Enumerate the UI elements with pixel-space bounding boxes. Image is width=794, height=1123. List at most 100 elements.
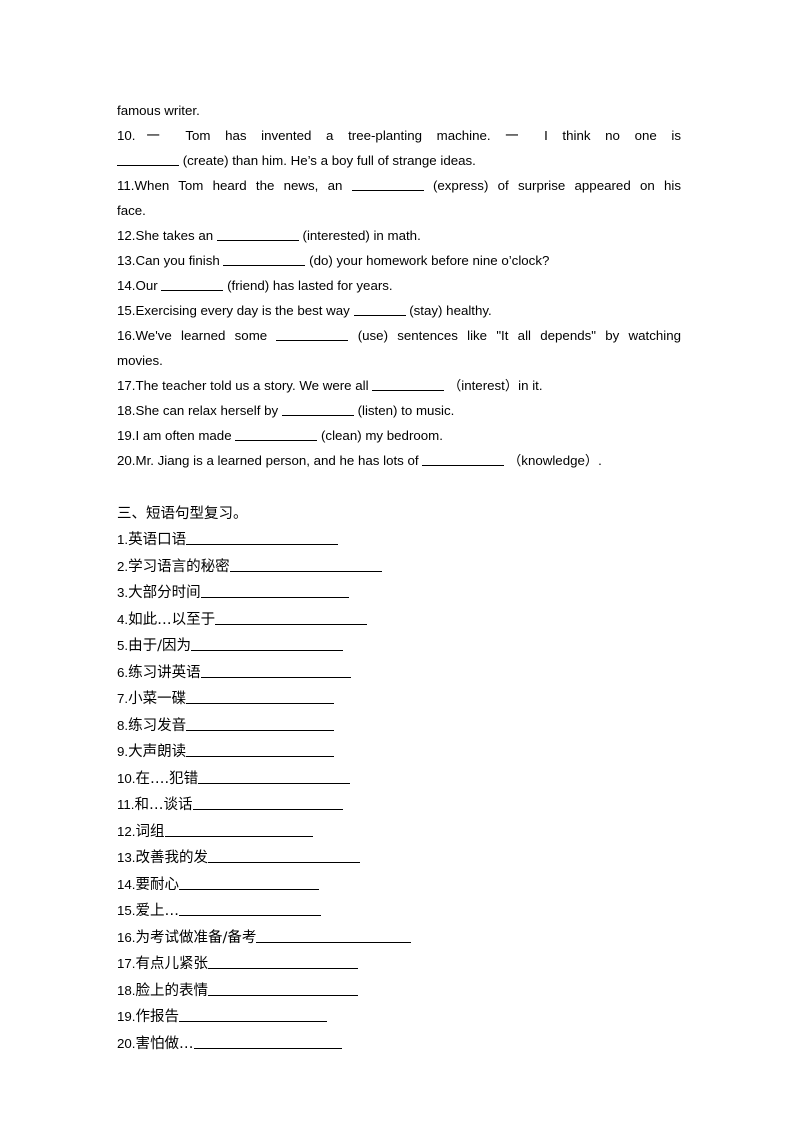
answer-blank[interactable] (276, 327, 349, 341)
item-number: 17. (117, 378, 136, 393)
answer-blank[interactable] (186, 717, 335, 731)
item-number: 9. (117, 744, 129, 759)
chinese-phrase-section: 三、短语句型复习。 1.英语口语 2.学习语言的秘密 3.大部分时间 4.如此…以至于… (117, 501, 681, 1057)
chinese-phrase-line: 7.小菜一碟 (117, 686, 681, 713)
sentence-text: （interest）in it. (447, 378, 543, 393)
item-number: 10. (117, 770, 136, 786)
english-exercise-line: 11.When Tom heard the news, an (express)… (117, 173, 681, 198)
answer-blank[interactable] (372, 377, 445, 391)
answer-blank[interactable] (190, 638, 343, 651)
sentence-text: (use) sentences like "It all depends" by… (357, 328, 681, 343)
answer-blank[interactable] (353, 302, 406, 316)
answer-blank[interactable] (216, 227, 299, 241)
chinese-phrase-line: 8.练习发音 (117, 713, 681, 740)
answer-blank[interactable] (198, 770, 351, 784)
english-exercise-line: 15.Exercising every day is the best way … (117, 298, 681, 323)
chinese-phrase-line: 19.作报告 (117, 1004, 681, 1031)
answer-blank[interactable] (164, 823, 313, 837)
item-number: 2. (117, 558, 129, 574)
chinese-phrase-text: 害怕做… (135, 1035, 194, 1052)
chinese-phrase-text: 英语口语 (128, 532, 187, 548)
sentence-text: (create) than him. He’s a boy full of st… (182, 153, 476, 168)
item-number: 20. (117, 1035, 136, 1051)
english-exercise-line: face. (117, 198, 681, 223)
english-exercise-line: 14.Our (friend) has lasted for years. (117, 273, 681, 298)
chinese-phrase-line: 10.在….犯错 (117, 766, 681, 793)
english-exercise-line: 16.We've learned some (use) sentences li… (117, 323, 681, 348)
english-exercise-line: 13.Can you finish (do) your homework bef… (117, 248, 681, 273)
chinese-phrase-line: 5.由于/因为 (117, 633, 681, 660)
chinese-phrase-line: 2.学习语言的秘密 (117, 554, 681, 581)
sentence-text: 一 Tom has invented a tree-planting machi… (135, 128, 682, 143)
chinese-phrase-line: 6.练习讲英语 (117, 660, 681, 687)
chinese-phrase-text: 在….犯错 (135, 770, 199, 787)
sentence-text: We've learned some (135, 328, 268, 343)
answer-blank[interactable] (223, 252, 306, 266)
chinese-phrase-text: 练习发音 (128, 717, 187, 734)
english-exercise-line: 18.She can relax herself by (listen) to … (117, 398, 681, 423)
answer-blank[interactable] (229, 558, 382, 572)
english-exercise-line: 10.一 Tom has invented a tree-planting ma… (117, 123, 681, 148)
answer-blank[interactable] (208, 850, 360, 863)
chinese-phrase-line: 18.脸上的表情 (117, 978, 681, 1005)
answer-blank[interactable] (208, 956, 358, 969)
answer-blank[interactable] (186, 744, 335, 757)
answer-blank[interactable] (186, 532, 339, 545)
chinese-phrase-line: 17.有点儿紧张 (117, 951, 681, 978)
chinese-phrase-line: 13.改善我的发 (117, 845, 681, 872)
chinese-phrase-line: 14.要耐心 (117, 872, 681, 899)
sentence-text: （knowledge）. (508, 453, 602, 468)
chinese-phrase-text: 小菜一碟 (128, 691, 187, 707)
item-number: 13. (117, 850, 136, 865)
english-exercise-line: movies. (117, 348, 681, 373)
sentence-text: movies. (117, 353, 163, 368)
item-number: 19. (117, 428, 136, 443)
answer-blank[interactable] (179, 903, 321, 916)
answer-blank[interactable] (235, 427, 318, 441)
answer-blank[interactable] (422, 452, 505, 466)
chinese-phrase-text: 有点儿紧张 (135, 956, 209, 972)
sentence-text: (listen) to music. (357, 403, 455, 418)
item-number: 11. (117, 797, 135, 812)
chinese-phrase-line: 3.大部分时间 (117, 580, 681, 607)
chinese-phrase-line: 16.为考试做准备/备考 (117, 925, 681, 952)
chinese-phrase-line: 12.词组 (117, 819, 681, 846)
item-number: 20. (117, 453, 136, 468)
answer-blank[interactable] (117, 152, 179, 166)
document-page: famous writer. 10.一 Tom has invented a t… (0, 0, 794, 1123)
answer-blank[interactable] (193, 1035, 342, 1049)
answer-blank[interactable] (281, 402, 354, 416)
answer-blank[interactable] (200, 664, 351, 678)
item-number: 10. (117, 128, 136, 143)
sentence-text: (stay) healthy. (409, 303, 492, 318)
answer-blank[interactable] (179, 876, 319, 890)
answer-blank[interactable] (351, 177, 424, 191)
item-number: 6. (117, 664, 129, 680)
answer-blank[interactable] (256, 929, 412, 943)
page-content: famous writer. 10.一 Tom has invented a t… (117, 98, 681, 1057)
sentence-text: (friend) has lasted for years. (227, 278, 393, 293)
answer-blank[interactable] (208, 982, 358, 996)
answer-blank[interactable] (200, 585, 349, 598)
item-number: 18. (117, 403, 136, 418)
answer-blank[interactable] (192, 797, 343, 810)
sentence-text: (do) your homework before nine o’clock? (309, 253, 550, 268)
item-number: 12. (117, 228, 136, 243)
item-number: 4. (117, 611, 129, 627)
sentence-text: The teacher told us a story. We were all (135, 378, 369, 393)
answer-blank[interactable] (179, 1009, 327, 1022)
answer-blank[interactable] (186, 691, 335, 704)
chinese-phrase-line: 20.害怕做… (117, 1031, 681, 1058)
sentence-text: (express) of surprise appeared on his (432, 178, 682, 193)
chinese-phrase-text: 由于/因为 (128, 638, 191, 654)
chinese-phrase-line: 1.英语口语 (117, 527, 681, 554)
english-exercise-line: 20.Mr. Jiang is a learned person, and he… (117, 448, 681, 473)
chinese-phrase-text: 如此…以至于 (128, 611, 216, 628)
sentence-text: When Tom heard the news, an (134, 178, 343, 193)
item-number: 16. (117, 328, 136, 343)
chinese-phrase-text: 要耐心 (135, 876, 180, 893)
answer-blank[interactable] (215, 611, 368, 625)
english-exercise-line: 19.I am often made (clean) my bedroom. (117, 423, 681, 448)
answer-blank[interactable] (161, 277, 224, 291)
chinese-phrase-line: 15.爱上… (117, 898, 681, 925)
